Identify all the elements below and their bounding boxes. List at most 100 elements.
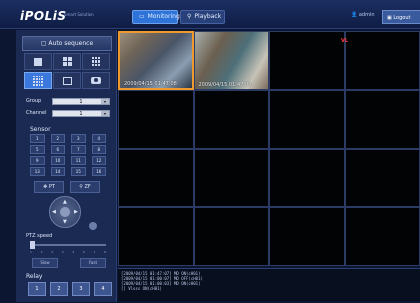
video-tile[interactable] [193,89,269,149]
relay-title: Relay [26,273,43,280]
sequence-icon: ▢ [40,40,47,47]
tab-playback[interactable]: ⚲ Playback [180,10,225,24]
log-line: [] Vloss ON(cH01) [121,286,162,291]
user-name: 👤 admin [351,12,375,18]
video-tile[interactable] [193,148,269,208]
zoom-focus-label: ZF [84,184,91,190]
relay-1-button[interactable]: 1 [28,282,46,296]
video-tile[interactable] [344,89,420,149]
group-select[interactable]: 1 ▾ [52,98,110,105]
sensor-title: Sensor [30,126,51,133]
arrow-left-icon[interactable]: ◀ [52,209,56,215]
user-icon: 👤 [351,12,358,18]
sensor-button[interactable]: 5 [30,145,45,154]
sensor-button[interactable]: 13 [30,167,45,176]
chevron-down-icon: ▾ [101,99,109,104]
relay-4-button[interactable]: 4 [94,282,112,296]
relay-2-button[interactable]: 2 [50,282,68,296]
sensor-button[interactable]: 15 [71,167,86,176]
sensor-button[interactable]: 7 [71,145,86,154]
move-icon: ✥ [43,184,48,190]
logout-icon: ▣ [387,15,392,21]
video-tile[interactable] [118,207,194,266]
fullscreen-icon [62,76,72,85]
sixteen-view-icon [33,75,43,86]
layout-2x2-button[interactable] [53,53,81,70]
zoom-focus-button[interactable]: ⚲ ZF [70,181,100,193]
logout-button[interactable]: ▣ Logout [382,10,420,24]
sensor-button[interactable]: 10 [50,156,65,165]
app-logo: iPOLiS [20,9,67,23]
video-loss-indicator: VL [341,38,349,44]
aux-button[interactable] [89,222,97,230]
layout-4x4-button[interactable] [24,72,52,89]
logout-label: Logout [393,15,411,21]
video-tile[interactable] [118,148,194,208]
quad-view-icon [62,57,72,66]
sensor-button[interactable]: 2 [50,134,65,143]
relay-3-button[interactable]: 3 [72,282,90,296]
sensor-button[interactable]: 8 [91,145,106,154]
layout-3x3-button[interactable] [82,53,110,70]
ptz-speed-ticks: 1 2 3 4 5 6 7 8 [30,250,106,254]
video-tile[interactable] [344,148,420,208]
capture-button[interactable] [82,72,110,89]
sensor-button[interactable]: 1 [30,134,45,143]
slow-button[interactable]: Slow [32,258,58,268]
search-icon: ⚲ [187,13,192,20]
ptz-speed-label: PTZ speed [26,233,53,239]
arrow-up-icon[interactable]: ▲ [63,199,67,205]
pan-tilt-button[interactable]: ✥ PT [34,181,64,193]
sensor-button[interactable]: 14 [50,167,65,176]
sensor-button[interactable]: 12 [91,156,106,165]
video-tile[interactable] [118,89,194,149]
video-tile[interactable] [269,31,345,90]
top-bar: iPOLiS Smart Solution ▭ Monitoring ⚲ Pla… [0,0,420,29]
single-view-icon [34,57,42,66]
video-tile[interactable] [344,31,420,90]
video-tile[interactable] [269,207,345,266]
channel-value: 1 [79,111,83,117]
sensor-button[interactable]: 6 [50,145,65,154]
video-tile[interactable] [269,89,345,149]
pan-tilt-label: PT [48,184,55,190]
speed-tick-label: 3 [51,250,54,254]
auto-sequence-button[interactable]: ▢ Auto sequence [22,36,112,51]
event-log: [2009/04/15 01:47:07] MD ON(cH01) [2009/… [118,268,420,301]
ptz-speed-knob[interactable] [30,241,35,249]
channel-label: Channel [26,110,47,116]
tab-monitoring-label: Monitoring [147,13,180,20]
fast-button[interactable]: Fast [80,258,106,268]
camera-icon [91,77,101,84]
sensor-button[interactable]: 3 [71,134,86,143]
chevron-down-icon: ▾ [101,111,109,116]
sensor-button[interactable]: 11 [71,156,86,165]
sensor-button[interactable]: 4 [91,134,106,143]
video-tile[interactable] [269,148,345,208]
video-tile[interactable] [193,207,269,266]
nine-view-icon [91,57,101,66]
tab-playback-label: Playback [194,13,222,20]
speed-tick-label: 7 [93,250,96,254]
sensor-button[interactable]: 16 [91,167,106,176]
speed-tick-label: 8 [104,250,106,254]
sensor-grid: 1 2 3 4 5 6 7 8 9 10 11 12 13 14 15 16 [30,134,106,176]
fullscreen-button[interactable] [53,72,81,89]
arrow-down-icon[interactable]: ▼ [63,219,67,225]
zoom-icon: ⚲ [79,184,83,190]
layout-1x1-button[interactable] [24,53,52,70]
ptz-speed-slider[interactable] [30,244,106,246]
video-tile-selected[interactable]: 2009/04/15 01:47:08 [118,31,194,90]
camera-timestamp: 2009/04/15 01:47:08 [124,80,177,87]
channel-select[interactable]: 1 ▾ [52,110,110,117]
ptz-direction-pad[interactable]: ▲ ▼ ◀ ▶ [49,196,81,228]
arrow-right-icon[interactable]: ▶ [74,209,78,215]
ptz-center-button[interactable] [60,207,70,217]
speed-tick-label: 5 [72,250,75,254]
tab-monitoring[interactable]: ▭ Monitoring [132,10,180,24]
auto-sequence-label: Auto sequence [48,40,94,47]
video-tile[interactable]: 2009/04/15 01:47:08 [193,31,269,90]
sensor-button[interactable]: 9 [30,156,45,165]
video-tile[interactable] [344,207,420,266]
speed-tick-label: 2 [40,250,43,254]
